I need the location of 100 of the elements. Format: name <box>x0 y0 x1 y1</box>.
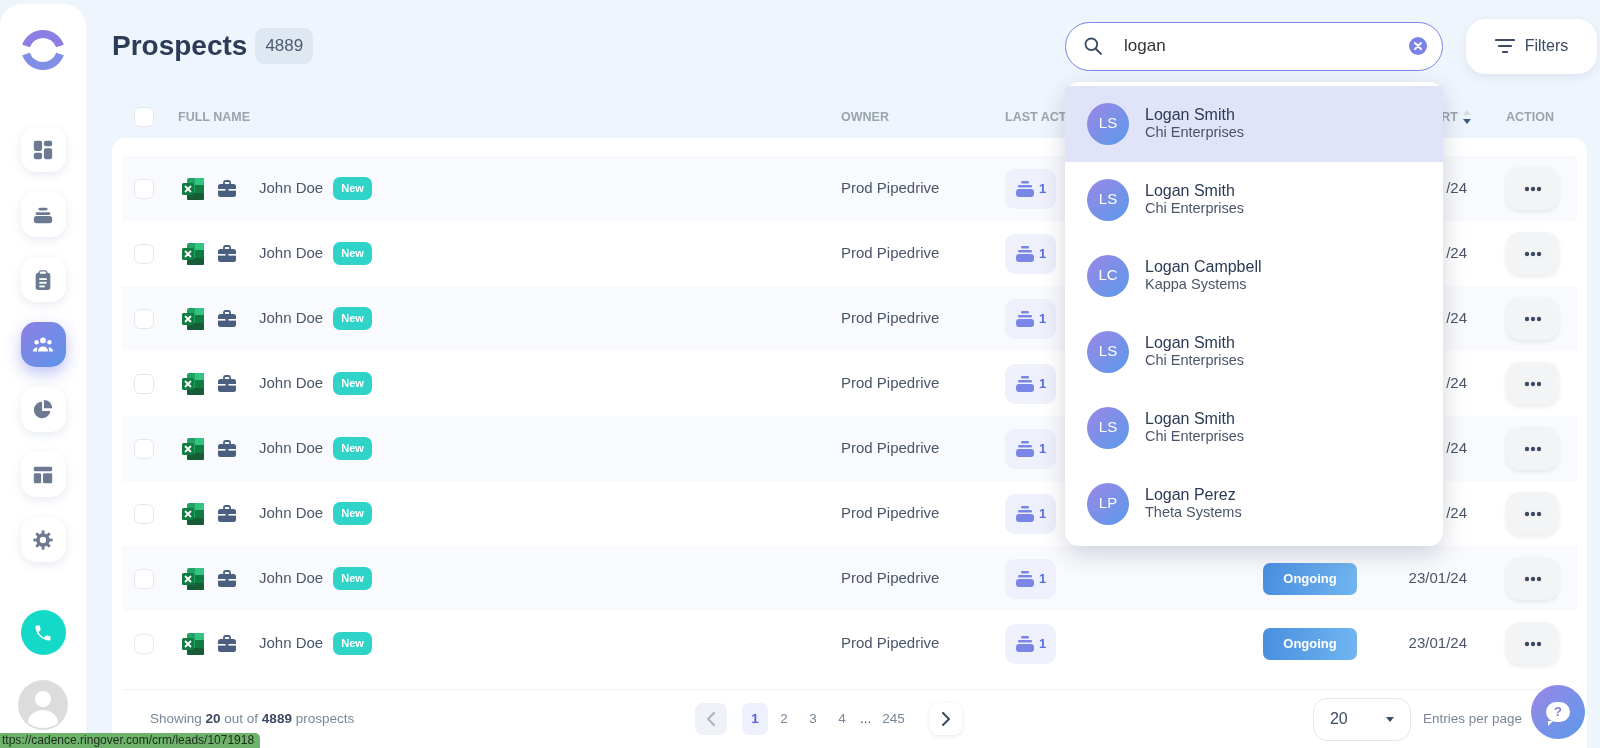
row-checkbox[interactable] <box>134 568 154 589</box>
results-summary: Showing 20 out of 4889 prospects <box>150 709 356 728</box>
more-button[interactable] <box>1506 297 1559 340</box>
avatar-initials: LS <box>1087 406 1129 449</box>
result-name: Logan Perez <box>1145 485 1237 505</box>
search-result[interactable]: LS Logan Smith Chi Enterprises <box>1065 85 1443 162</box>
result-company: Chi Enterprises <box>1145 200 1245 218</box>
new-tag: New <box>333 372 372 395</box>
row-checkbox[interactable] <box>134 308 154 329</box>
more-button[interactable] <box>1506 362 1559 405</box>
briefcase-icon <box>217 244 237 263</box>
row-checkbox[interactable] <box>134 373 154 394</box>
activity-pill[interactable]: 1 <box>1005 363 1056 404</box>
sort-icon[interactable] <box>1462 109 1472 125</box>
next-page-button[interactable] <box>929 703 962 735</box>
search-field[interactable]: logan <box>1065 21 1443 71</box>
row-checkbox[interactable] <box>134 243 154 264</box>
activity-pill[interactable]: 1 <box>1005 493 1056 534</box>
spreadsheet-icon <box>181 566 205 591</box>
activity-pill[interactable]: 1 <box>1005 623 1056 664</box>
sidebar-item[interactable] <box>20 192 66 237</box>
date-text: /24 <box>1445 373 1468 394</box>
spreadsheet-icon <box>181 176 205 201</box>
inbox-icon <box>1014 310 1035 327</box>
more-icon <box>1523 315 1542 322</box>
pagination-ellipsis: ... <box>859 709 873 728</box>
result-name: Logan Smith <box>1145 181 1236 201</box>
activity-pill[interactable]: 1 <box>1005 298 1056 339</box>
page-button[interactable]: 1 <box>742 703 768 735</box>
page-button[interactable]: 3 <box>800 703 826 735</box>
search-result[interactable]: LS Logan Smith Chi Enterprises <box>1065 161 1443 238</box>
new-tag: New <box>333 177 372 200</box>
avatar-initials: LC <box>1087 254 1129 297</box>
sidebar-item[interactable] <box>20 452 66 497</box>
sidebar-item[interactable] <box>20 257 66 302</box>
page-button[interactable]: 2 <box>771 703 797 735</box>
prospect-name[interactable]: John Doe <box>259 177 324 200</box>
date-text: /24 <box>1445 438 1468 459</box>
search-result[interactable]: LS Logan Smith Chi Enterprises <box>1065 313 1443 390</box>
new-tag: New <box>333 567 372 590</box>
search-result[interactable]: LP Logan Perez Theta Systems <box>1065 465 1443 542</box>
more-button[interactable] <box>1506 427 1559 470</box>
owner-text: Prod Pipedrive <box>841 503 941 524</box>
column-header: OWNER <box>841 109 889 124</box>
sidebar-item[interactable] <box>20 127 66 172</box>
more-icon <box>1523 185 1542 192</box>
avatar-initials: LS <box>1087 330 1129 373</box>
more-button[interactable] <box>1506 232 1559 275</box>
page-button[interactable]: 4 <box>829 703 855 735</box>
activity-pill[interactable]: 1 <box>1005 233 1056 274</box>
owner-text: Prod Pipedrive <box>841 568 941 589</box>
clear-icon[interactable] <box>1409 36 1427 55</box>
more-button[interactable] <box>1506 167 1559 210</box>
activity-pill[interactable]: 1 <box>1005 428 1056 469</box>
search-result[interactable]: LS Logan Smith Chi Enterprises <box>1065 389 1443 466</box>
prospect-name[interactable]: John Doe <box>259 242 324 265</box>
filters-button[interactable]: Filters <box>1466 18 1597 74</box>
owner-text: Prod Pipedrive <box>841 438 941 459</box>
prospect-name[interactable]: John Doe <box>259 437 324 460</box>
caret-down-icon <box>1385 716 1394 722</box>
sidebar-item[interactable] <box>20 322 66 367</box>
call-button[interactable] <box>20 610 66 655</box>
row-checkbox[interactable] <box>134 438 154 459</box>
count-badge: 4889 <box>255 28 314 64</box>
result-company: Theta Systems <box>1145 504 1242 522</box>
more-icon <box>1523 510 1542 517</box>
page-title: Prospects <box>112 29 248 63</box>
status-url: ttps://cadence.ringover.com/crm/leads/1071918 <box>0 733 261 748</box>
spreadsheet-icon <box>181 371 205 396</box>
prospect-name[interactable]: John Doe <box>259 632 324 655</box>
more-icon <box>1523 575 1542 582</box>
settings-icon <box>32 528 54 551</box>
owner-text: Prod Pipedrive <box>841 633 941 654</box>
sidebar-item[interactable] <box>20 517 66 562</box>
result-name: Logan Smith <box>1145 409 1236 429</box>
more-button[interactable] <box>1506 492 1559 535</box>
chevron-right-icon <box>940 712 951 726</box>
row-checkbox[interactable] <box>134 503 154 524</box>
date-text: /24 <box>1445 503 1468 524</box>
more-button[interactable] <box>1506 557 1559 600</box>
inbox-icon <box>1014 635 1035 652</box>
page-button[interactable]: 245 <box>880 703 907 735</box>
select-all-checkbox[interactable] <box>134 107 154 127</box>
row-checkbox[interactable] <box>134 178 154 199</box>
search-result[interactable]: LC Logan Campbell Kappa Systems <box>1065 237 1443 314</box>
prospect-name[interactable]: John Doe <box>259 567 324 590</box>
result-company: Chi Enterprises <box>1145 352 1245 370</box>
prospect-name[interactable]: John Doe <box>259 307 324 330</box>
briefcase-icon <box>217 569 237 588</box>
more-button[interactable] <box>1506 622 1559 665</box>
prospect-name[interactable]: John Doe <box>259 502 324 525</box>
per-page-select[interactable]: 20 <box>1312 697 1411 741</box>
briefcase-icon <box>217 374 237 393</box>
prospect-name[interactable]: John Doe <box>259 372 324 395</box>
date-text: /24 <box>1445 243 1468 264</box>
row-checkbox[interactable] <box>134 633 154 654</box>
activity-pill[interactable]: 1 <box>1005 558 1056 599</box>
result-company: Chi Enterprises <box>1145 428 1245 446</box>
sidebar-item[interactable] <box>20 387 66 432</box>
activity-pill[interactable]: 1 <box>1005 168 1056 209</box>
